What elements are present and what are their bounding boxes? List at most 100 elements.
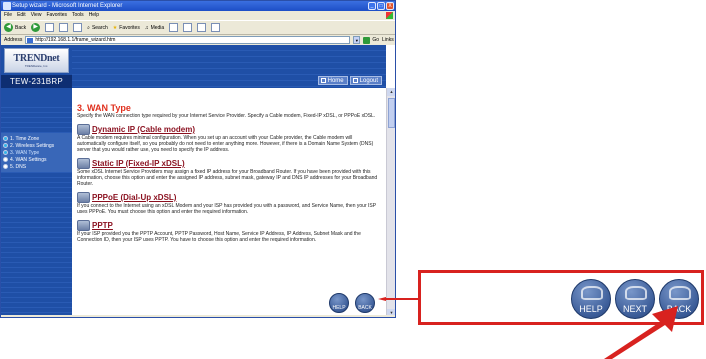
step-wan-settings[interactable]: 4. WAN Settings — [3, 156, 72, 163]
print-icon[interactable] — [197, 23, 207, 32]
window-title: Setup wizard - Microsoft Internet Explor… — [12, 3, 123, 9]
help-icon — [581, 286, 603, 300]
tunnel-icon[interactable] — [77, 220, 90, 231]
maximize-button[interactable]: □ — [377, 2, 385, 10]
menu-view[interactable]: View — [31, 11, 42, 20]
option-pppoe[interactable]: PPPoE (Dial-Up xDSL) — [77, 192, 381, 203]
menu-file[interactable]: File — [4, 11, 12, 20]
header-band: Home Logout — [72, 45, 386, 88]
favorites-toolbar-button[interactable]: ★ Favorites — [113, 25, 140, 31]
status-bar — [1, 315, 395, 317]
circle-icon — [3, 157, 8, 162]
option-title[interactable]: Static IP (Fixed-IP xDSL) — [92, 159, 185, 168]
option-description: If your ISP provided you the PPTP Accoun… — [77, 231, 361, 243]
page-content: TRENDnet TRENDware, Inc. TEW-231BRP 1. T… — [1, 45, 395, 317]
option-description: Some xDSL Internet Service Providers may… — [77, 169, 378, 187]
left-panel: TRENDnet TRENDware, Inc. TEW-231BRP 1. T… — [1, 45, 72, 317]
media-icon: ♫ — [144, 24, 149, 31]
scroll-thumb[interactable] — [388, 98, 395, 128]
search-icon: ⌕ — [87, 24, 90, 31]
step-wireless-settings[interactable]: 2. Wireless Settings — [3, 142, 72, 149]
address-bar: Address http://192.168.1.1/frame_wizard.… — [1, 35, 395, 45]
star-icon: ★ — [112, 24, 118, 31]
scroll-up-icon[interactable]: ▲ — [387, 88, 395, 96]
scrollbar[interactable]: ▲ ▼ — [386, 88, 395, 317]
forward-arrow-icon[interactable]: ▶ — [31, 23, 41, 32]
help-button[interactable]: HELP — [329, 293, 349, 313]
title-bar: Setup wizard - Microsoft Internet Explor… — [1, 1, 395, 11]
option-title[interactable]: PPTP — [92, 221, 113, 230]
logout-icon — [352, 78, 358, 83]
home-icon — [320, 78, 326, 83]
links-label[interactable]: Links — [382, 37, 394, 43]
toolbar: ◀ Back ▶ ⌕ Search ★ Favorites ♫ Media — [1, 20, 395, 35]
wizard-steps: 1. Time Zone 2. Wireless Settings 3. WAN… — [1, 133, 72, 172]
check-icon — [3, 150, 8, 155]
step-label: 5. DNS — [10, 163, 27, 170]
model-label: TEW-231BRP — [1, 75, 72, 88]
logo-text: TRENDnet — [13, 53, 60, 64]
dialup-icon[interactable] — [77, 192, 90, 203]
cable-modem-icon[interactable] — [77, 124, 90, 135]
edit-icon[interactable] — [211, 23, 221, 32]
go-label: Go — [372, 37, 380, 43]
option-dynamic-ip[interactable]: Dynamic IP (Cable modem) — [77, 124, 381, 135]
home-button[interactable]: Home — [317, 76, 348, 85]
back-label: Back — [15, 24, 27, 31]
windows-flag-icon — [386, 12, 393, 19]
menu-bar: File Edit View Favorites Tools Help — [1, 11, 395, 20]
menu-favorites[interactable]: Favorites — [46, 11, 67, 20]
home-label: Home — [327, 78, 344, 84]
logout-label: Logout — [359, 78, 378, 84]
check-icon — [3, 143, 8, 148]
go-button[interactable]: Go — [363, 36, 380, 44]
option-pptp[interactable]: PPTP — [77, 220, 381, 231]
menu-tools[interactable]: Tools — [72, 11, 84, 20]
go-arrow-icon — [363, 36, 371, 44]
history-icon[interactable] — [169, 23, 179, 32]
search-toolbar-button[interactable]: ⌕ Search — [87, 25, 108, 31]
page-title: 3. WAN Type — [77, 103, 131, 113]
header-buttons: Home Logout — [317, 76, 382, 85]
media-label: Media — [150, 24, 165, 31]
minimize-button[interactable]: _ — [368, 2, 376, 10]
browser-window: Setup wizard - Microsoft Internet Explor… — [0, 0, 396, 318]
step-label: 3. WAN Type — [10, 149, 40, 156]
step-label: 1. Time Zone — [10, 135, 40, 142]
check-icon — [3, 136, 8, 141]
step-time-zone[interactable]: 1. Time Zone — [3, 135, 72, 142]
address-label: Address — [4, 37, 23, 43]
option-description: A Cable modem requires minimal configura… — [77, 135, 374, 153]
ie-icon — [3, 2, 11, 10]
home-icon[interactable] — [73, 23, 83, 32]
option-title[interactable]: PPPoE (Dial-Up xDSL) — [92, 193, 176, 202]
back-toolbar-button[interactable]: ◀ Back — [4, 23, 26, 32]
mail-icon[interactable] — [183, 23, 193, 32]
option-static-ip[interactable]: Static IP (Fixed-IP xDSL) — [77, 158, 381, 169]
window-controls: _ □ X — [368, 2, 394, 10]
stop-icon[interactable] — [45, 23, 55, 32]
close-button[interactable]: X — [386, 2, 394, 10]
circle-icon — [3, 164, 8, 169]
logout-button[interactable]: Logout — [349, 76, 382, 85]
step-dns[interactable]: 5. DNS — [3, 163, 72, 170]
pointer-arrow-icon — [604, 306, 678, 359]
back-icon — [669, 286, 691, 300]
menu-edit[interactable]: Edit — [17, 11, 26, 20]
back-button[interactable]: BACK — [355, 293, 375, 313]
step-label: 2. Wireless Settings — [10, 142, 55, 149]
media-toolbar-button[interactable]: ♫ Media — [145, 25, 164, 31]
main-panel: 3. WAN Type Specify the WAN connection t… — [77, 97, 381, 315]
logo: TRENDnet TRENDware, Inc. — [4, 48, 69, 73]
address-input[interactable]: http://192.168.1.1/frame_wizard.htm — [25, 36, 351, 44]
step-label: 4. WAN Settings — [10, 156, 47, 163]
option-title[interactable]: Dynamic IP (Cable modem) — [92, 125, 195, 134]
step-wan-type[interactable]: 3. WAN Type — [3, 149, 72, 156]
menu-help[interactable]: Help — [89, 11, 99, 20]
search-label: Search — [91, 24, 108, 31]
callout-connector — [378, 297, 418, 301]
network-icon[interactable] — [77, 158, 90, 169]
intro-text: Specify the WAN connection type required… — [77, 113, 376, 119]
refresh-icon[interactable] — [59, 23, 69, 32]
address-dropdown-button[interactable]: ▼ — [353, 36, 361, 44]
